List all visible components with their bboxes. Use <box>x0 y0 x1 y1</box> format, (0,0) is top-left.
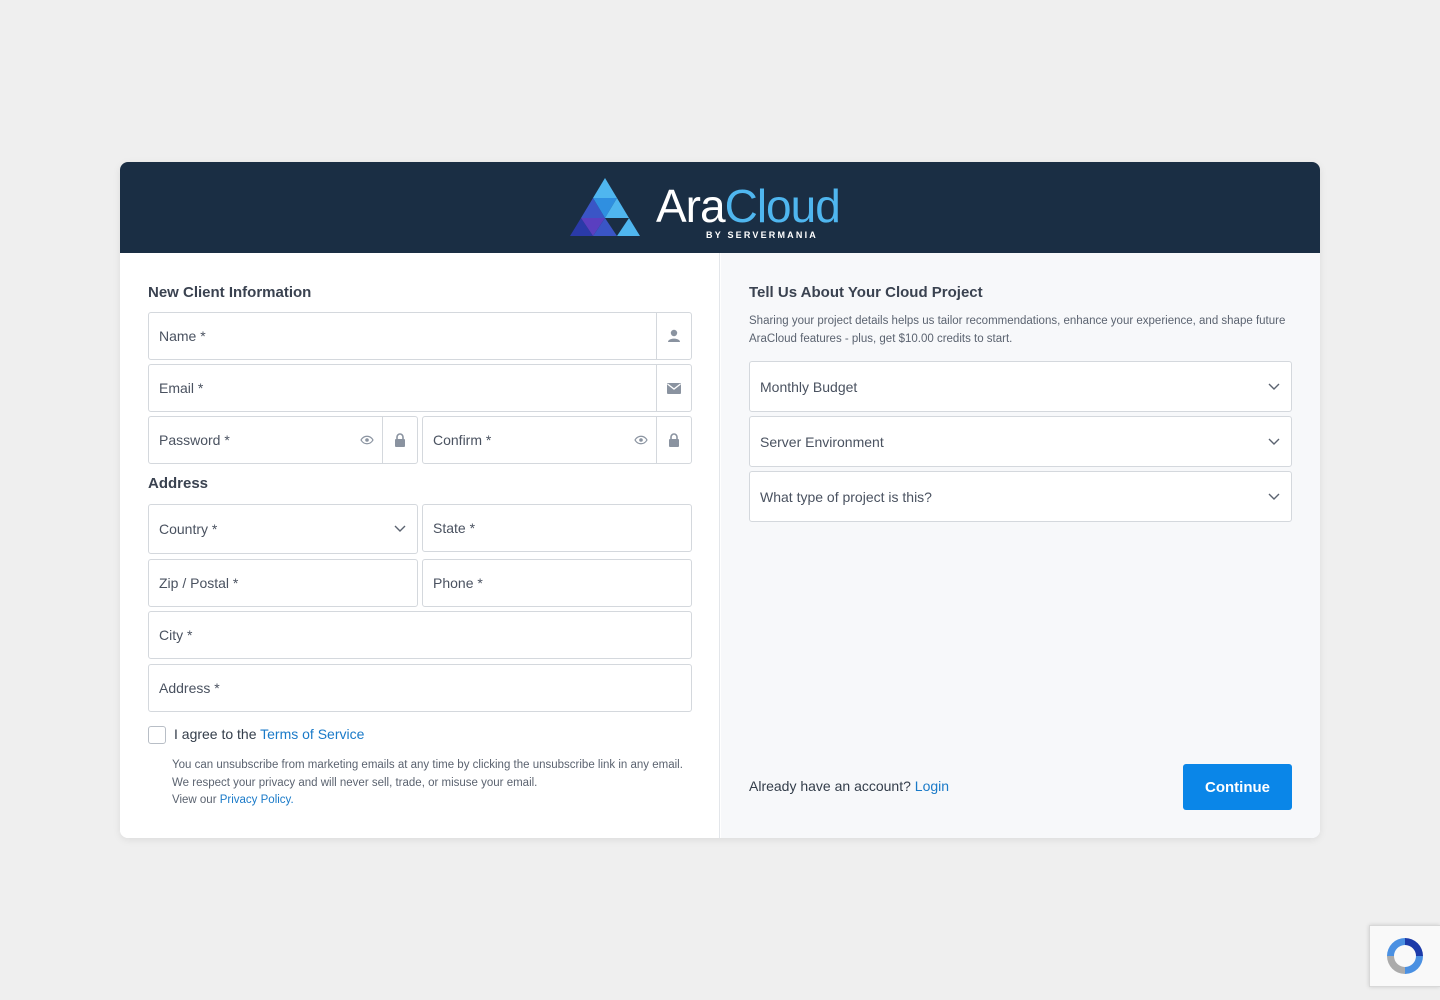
chevron-down-icon <box>1257 438 1291 446</box>
select-label: Server Environment <box>760 433 884 450</box>
project-description: Sharing your project details helps us ta… <box>749 315 1286 345</box>
recaptcha-icon <box>1387 938 1423 974</box>
logo-word-ara: Ara <box>656 180 726 232</box>
client-info-title: New Client Information <box>148 284 312 301</box>
address-field[interactable]: Address * <box>148 664 692 712</box>
chevron-down-icon <box>1257 493 1291 501</box>
address-section-title: Address <box>148 475 209 492</box>
eye-icon[interactable] <box>626 417 656 463</box>
terms-of-service-link[interactable]: Terms of Service <box>260 726 364 742</box>
agree-prefix: I agree to the <box>174 726 261 742</box>
state-label: State * <box>433 520 476 536</box>
eye-icon[interactable] <box>352 417 382 463</box>
already-account-text: Already have an account? Login <box>749 778 949 794</box>
confirm-label: Confirm * <box>433 432 492 448</box>
client-info-panel: New Client Information Name * Email * Pa… <box>120 253 720 838</box>
server-environment-select[interactable]: Server Environment <box>749 416 1292 467</box>
name-field[interactable]: Name * <box>148 312 692 360</box>
terms-agree-text: I agree to the Terms of Service <box>174 726 364 742</box>
address-label: Address * <box>159 680 220 696</box>
city-label: City * <box>159 627 193 643</box>
marketing-fine-print: You can unsubscribe from marketing email… <box>172 757 692 810</box>
name-label: Name * <box>159 328 206 344</box>
city-field[interactable]: City * <box>148 611 692 659</box>
password-label: Password * <box>159 432 230 448</box>
user-icon <box>656 313 691 359</box>
fine-print-text: You can unsubscribe from marketing email… <box>172 759 683 789</box>
envelope-icon <box>656 365 691 411</box>
project-title: Tell Us About Your Cloud Project <box>749 284 983 301</box>
login-link[interactable]: Login <box>915 778 949 794</box>
lock-icon <box>656 417 691 463</box>
header-bar: AraCloud BY SERVERMANIA <box>120 162 1320 253</box>
zip-label: Zip / Postal * <box>159 575 239 591</box>
state-field[interactable]: State * <box>422 504 692 552</box>
phone-label: Phone * <box>433 575 483 591</box>
lock-icon <box>382 417 417 463</box>
project-panel: Tell Us About Your Cloud Project Sharing… <box>721 253 1320 838</box>
logo-tagline: BY SERVERMANIA <box>706 230 818 240</box>
phone-field[interactable]: Phone * <box>422 559 692 607</box>
project-type-select[interactable]: What type of project is this? <box>749 471 1292 522</box>
password-field[interactable]: Password * <box>148 416 418 464</box>
monthly-budget-select[interactable]: Monthly Budget <box>749 361 1292 412</box>
confirm-password-field[interactable]: Confirm * <box>422 416 692 464</box>
already-prefix: Already have an account? <box>749 778 915 794</box>
continue-button[interactable]: Continue <box>1183 764 1292 810</box>
select-label: What type of project is this? <box>760 488 932 505</box>
country-select[interactable]: Country * <box>148 504 418 554</box>
country-label: Country * <box>159 521 218 537</box>
zip-field[interactable]: Zip / Postal * <box>148 559 418 607</box>
privacy-prefix: View our <box>172 794 220 806</box>
terms-checkbox[interactable] <box>148 726 166 744</box>
email-field[interactable]: Email * <box>148 364 692 412</box>
select-label: Monthly Budget <box>760 378 858 395</box>
signup-card: AraCloud BY SERVERMANIA New Client Infor… <box>120 162 1320 838</box>
aracloud-logo-icon <box>570 178 640 236</box>
email-label: Email * <box>159 380 204 396</box>
chevron-down-icon <box>1257 383 1291 391</box>
aracloud-logo: AraCloud BY SERVERMANIA <box>570 176 880 240</box>
chevron-down-icon <box>383 525 417 533</box>
logo-word-cloud: Cloud <box>724 180 841 232</box>
logo-wordmark: AraCloud <box>656 180 841 232</box>
privacy-policy-link[interactable]: Privacy Policy. <box>220 794 294 806</box>
recaptcha-badge[interactable] <box>1369 925 1440 987</box>
